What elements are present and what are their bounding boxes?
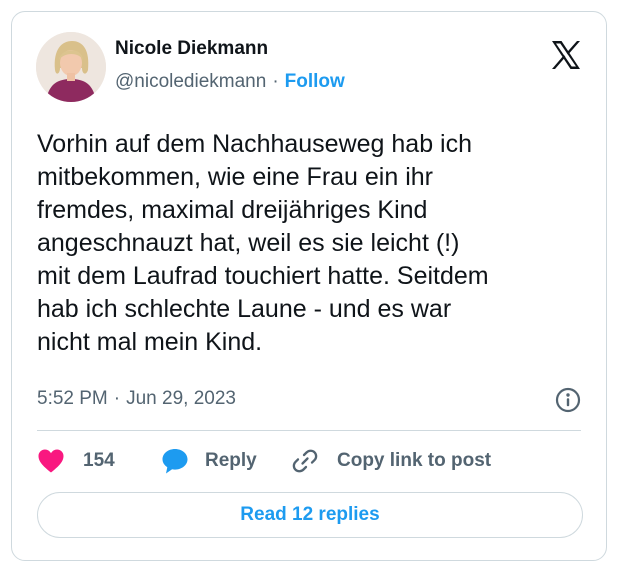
action-bar: 154 Reply Copy link to post [37,445,491,477]
avatar[interactable] [36,32,106,102]
tweet-card: Nicole Diekmann @nicolediekmann · Follow V… [11,11,607,561]
copy-link-label: Copy link to post [337,450,492,471]
timestamp-separator: · [113,388,121,409]
handle-separator: · [272,71,279,92]
copy-link-button[interactable]: Copy link to post [291,447,491,475]
author-handle[interactable]: @nicolediekmann [115,71,266,92]
tweet-date: Jun 29, 2023 [126,388,236,409]
like-count: 154 [83,450,115,471]
author-name[interactable]: Nicole Diekmann [115,38,268,60]
info-icon[interactable] [554,386,582,414]
tweet-time: 5:52 PM [37,388,108,409]
avatar-image [36,32,106,102]
reply-button[interactable]: Reply [161,447,291,475]
reply-label: Reply [205,450,257,471]
like-button[interactable]: 154 [37,448,161,474]
speech-bubble-icon [162,449,188,474]
tweet-text: Vorhin auf dem Nachhauseweg hab ich mitb… [37,130,489,356]
heart-icon [38,449,64,473]
follow-button[interactable]: Follow [285,71,345,92]
read-replies-label: Read 12 replies [240,504,380,525]
link-icon [292,449,318,473]
divider [37,430,581,431]
author-handle-row: @nicolediekmann · Follow [115,71,345,93]
tweet-timestamp[interactable]: 5:52 PM · Jun 29, 2023 [37,388,236,410]
read-replies-button[interactable]: Read 12 replies [37,492,583,538]
x-logo-icon[interactable] [549,38,583,72]
